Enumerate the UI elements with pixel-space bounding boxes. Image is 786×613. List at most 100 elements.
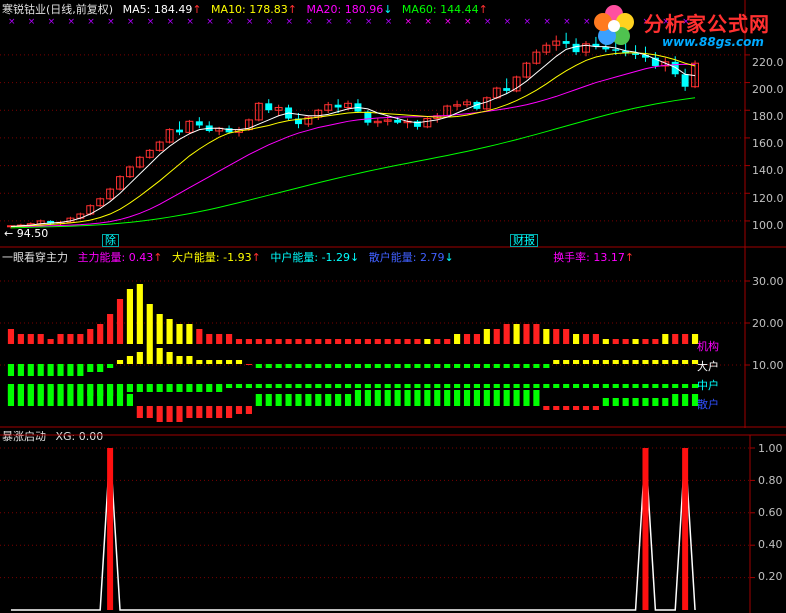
energy-bar-retail xyxy=(434,390,441,406)
energy-bar-mid xyxy=(176,384,183,392)
energy-bar-retail xyxy=(7,386,15,406)
energy-bar-big xyxy=(116,360,124,364)
energy-bar-retail xyxy=(206,406,213,418)
energy-bar-main xyxy=(47,339,54,344)
energy-bar-mid xyxy=(265,384,272,388)
energy-bar-mid xyxy=(533,384,540,388)
energy-bar-retail xyxy=(563,406,570,410)
energy-bar-retail xyxy=(444,390,451,406)
energy-bar-mid xyxy=(136,384,143,392)
energy-bar-retail xyxy=(285,394,292,406)
signal-cross: × xyxy=(325,17,333,27)
energy-bar-big xyxy=(364,364,371,368)
energy-bar-big xyxy=(434,364,441,368)
energy-bar-mid xyxy=(384,384,391,388)
energy-bar-retail xyxy=(642,398,649,406)
energy-bar-retail xyxy=(47,386,54,406)
energy-bar-retail xyxy=(424,390,431,406)
energy-bar-big xyxy=(295,364,302,368)
signal-chart[interactable] xyxy=(0,428,786,613)
energy-bar-mid xyxy=(225,384,233,388)
energy-bar-main xyxy=(305,339,312,344)
ex-dividend-tag[interactable]: 除 xyxy=(102,234,119,247)
signal-cross: × xyxy=(524,17,532,27)
energy-bar-big xyxy=(97,364,104,372)
energy-bar-retail xyxy=(146,406,153,418)
energy-bar-big xyxy=(325,364,332,368)
energy-bar-retail xyxy=(275,394,282,406)
energy-bar-big xyxy=(622,360,629,364)
energy-bar-big xyxy=(305,364,312,368)
energy-bar-main xyxy=(225,334,233,344)
energy-bar-main xyxy=(473,334,481,344)
energy-bar-big xyxy=(513,364,520,368)
logo-url: www.88gs.com xyxy=(662,35,764,49)
signal-cross: × xyxy=(345,17,353,27)
energy-bar-main xyxy=(255,339,262,344)
energy-bar-big xyxy=(602,360,609,364)
ma20-line xyxy=(10,63,696,227)
candle-body-down xyxy=(503,88,511,91)
signal-cross: × xyxy=(186,17,194,27)
signal-cross: × xyxy=(127,17,135,27)
energy-bar-main xyxy=(652,339,659,344)
candle-body-down xyxy=(265,103,273,111)
energy-bar-main xyxy=(602,339,609,344)
energy-bar-chart[interactable] xyxy=(0,248,786,428)
energy-bar-big xyxy=(414,364,421,368)
energy-bar-main xyxy=(146,304,153,344)
energy-bar-mid xyxy=(305,384,312,388)
signal-cross: × xyxy=(67,17,75,27)
energy-bar-main xyxy=(503,324,510,344)
logo-title: 分析家公式网 xyxy=(644,12,770,36)
energy-panel[interactable]: 一眼看穿主力 主力能量: 0.43↑ 大户能量: -1.93↑ 中户能量: -1… xyxy=(0,248,786,428)
signal-cross: × xyxy=(87,17,95,27)
site-logo: 分析家公式网 www.88gs.com xyxy=(588,2,784,54)
energy-bar-retail xyxy=(682,394,689,406)
energy-bar-mid xyxy=(364,384,371,388)
candle-body-down xyxy=(334,104,342,108)
legend-big-holder: 大户 xyxy=(697,360,719,373)
energy-bar-main xyxy=(17,334,24,344)
energy-bar-big xyxy=(344,364,352,368)
energy-bar-retail xyxy=(17,386,24,406)
finance-report-tag[interactable]: 财报 xyxy=(510,234,538,247)
energy-bar-mid xyxy=(186,384,193,392)
energy-bar-mid xyxy=(582,384,590,388)
signal-cross: × xyxy=(167,17,175,27)
ma10-line xyxy=(10,52,696,227)
candle-body-down xyxy=(681,74,689,87)
signal-cross: × xyxy=(226,17,234,27)
energy-bar-retail xyxy=(454,390,461,406)
energy-bar-retail xyxy=(483,390,490,406)
price-axis-160: 160.0 xyxy=(752,137,784,150)
energy-bar-big xyxy=(563,360,570,364)
energy-bar-mid xyxy=(652,384,659,388)
energy-bar-main xyxy=(493,329,500,344)
energy-bar-big xyxy=(582,360,590,364)
energy-bar-main xyxy=(265,339,272,344)
energy-bar-mid xyxy=(285,384,292,388)
energy-bar-big xyxy=(126,356,134,364)
candle-body-down xyxy=(394,119,402,123)
energy-bar-retail xyxy=(315,394,322,406)
signal-panel[interactable]: 暴涨启动 XG: 0.00 1.00 0.80 0.60 0.40 0.20 xyxy=(0,428,786,613)
energy-axis-30: 30.00 xyxy=(752,275,784,288)
energy-bar-main xyxy=(176,324,183,344)
energy-bar-big xyxy=(225,360,233,364)
energy-bar-big xyxy=(533,364,540,368)
energy-bar-main xyxy=(107,314,114,344)
energy-bar-mid xyxy=(493,384,500,388)
energy-bar-mid xyxy=(662,384,669,388)
energy-bar-big xyxy=(146,344,153,364)
energy-bar-retail xyxy=(374,390,381,406)
price-axis-120: 120.0 xyxy=(752,192,784,205)
energy-bar-main xyxy=(523,324,530,344)
signal-cross: × xyxy=(484,17,492,27)
energy-bar-main xyxy=(285,339,292,344)
energy-bar-retail xyxy=(503,390,510,406)
energy-bar-big xyxy=(67,364,74,376)
energy-bar-main xyxy=(166,319,173,344)
signal-cross: × xyxy=(206,17,214,27)
energy-bar-retail xyxy=(166,406,173,422)
